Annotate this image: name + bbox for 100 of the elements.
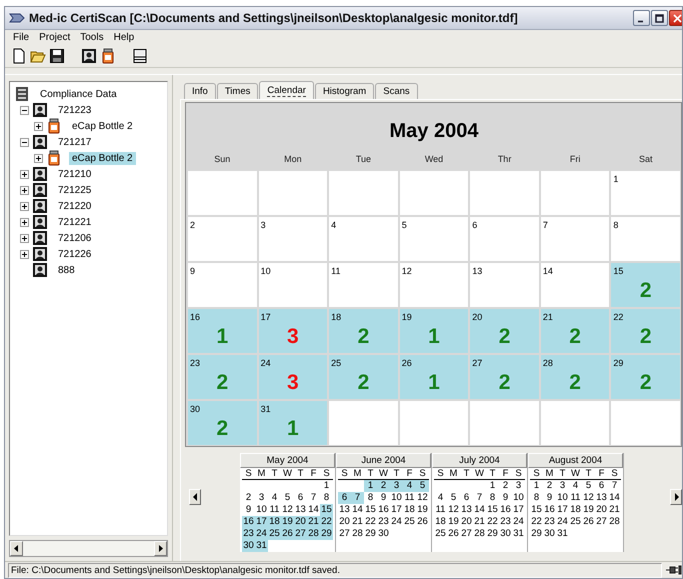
- date-cell[interactable]: 30: [543, 528, 556, 540]
- tree-item[interactable]: Compliance Data: [37, 88, 120, 100]
- expand-icon[interactable]: [20, 186, 29, 194]
- day-cell[interactable]: 19 1: [400, 309, 468, 353]
- date-cell[interactable]: 14: [351, 504, 364, 516]
- date-cell[interactable]: 14: [307, 504, 320, 516]
- date-cell[interactable]: 10: [390, 492, 403, 504]
- date-cell[interactable]: 4: [268, 492, 281, 504]
- date-cell[interactable]: 8: [530, 492, 543, 504]
- date-cell[interactable]: 18: [569, 504, 582, 516]
- expand-icon[interactable]: [20, 218, 29, 226]
- day-cell[interactable]: 31 1: [258, 401, 328, 445]
- date-cell[interactable]: 29: [486, 528, 499, 540]
- date-cell[interactable]: 29: [530, 528, 543, 540]
- date-cell[interactable]: 15: [530, 504, 543, 516]
- date-cell[interactable]: 3: [512, 480, 525, 492]
- day-cell[interactable]: 2: [188, 217, 257, 261]
- next-button[interactable]: [670, 489, 682, 505]
- date-cell[interactable]: 18: [268, 516, 281, 528]
- expand-icon[interactable]: [34, 122, 43, 130]
- date-cell[interactable]: 18: [403, 504, 416, 516]
- day-cell[interactable]: 8: [611, 217, 680, 261]
- date-cell[interactable]: 25: [403, 516, 416, 528]
- date-cell[interactable]: 1: [364, 480, 377, 492]
- day-cell[interactable]: 16 1: [188, 309, 257, 353]
- date-cell[interactable]: 11: [434, 504, 447, 516]
- date-cell[interactable]: 28: [351, 528, 364, 540]
- date-cell[interactable]: 10: [556, 492, 569, 504]
- date-cell[interactable]: 12: [447, 504, 460, 516]
- date-cell[interactable]: 16: [377, 504, 390, 516]
- date-cell[interactable]: 3: [390, 480, 403, 492]
- date-cell[interactable]: 12: [582, 492, 595, 504]
- tree-item[interactable]: eCap Bottle 2: [69, 152, 136, 164]
- day-cell[interactable]: 28 2: [540, 355, 610, 399]
- date-cell[interactable]: 19: [281, 516, 294, 528]
- day-cell[interactable]: 11: [329, 263, 398, 307]
- date-cell[interactable]: 9: [242, 504, 255, 516]
- date-cell[interactable]: 16: [543, 504, 556, 516]
- date-cell[interactable]: 10: [255, 504, 268, 516]
- date-cell[interactable]: 30: [499, 528, 512, 540]
- date-cell[interactable]: 15: [486, 504, 499, 516]
- date-cell[interactable]: 31: [512, 528, 525, 540]
- date-cell[interactable]: 22: [364, 516, 377, 528]
- date-cell[interactable]: 15: [364, 504, 377, 516]
- date-cell[interactable]: 15: [320, 504, 333, 516]
- date-cell[interactable]: 7: [473, 492, 486, 504]
- date-cell[interactable]: 6: [595, 480, 608, 492]
- date-cell[interactable]: 25: [434, 528, 447, 540]
- tree-item[interactable]: 721206: [55, 232, 94, 244]
- day-cell[interactable]: 13: [470, 263, 539, 307]
- date-cell[interactable]: 7: [307, 492, 320, 504]
- day-cell[interactable]: 15 2: [611, 263, 680, 307]
- date-cell[interactable]: 25: [569, 516, 582, 528]
- tree-item[interactable]: 888: [55, 264, 78, 276]
- tree-item[interactable]: 721210: [55, 168, 94, 180]
- expand-icon[interactable]: [20, 234, 29, 242]
- expand-icon[interactable]: [20, 250, 29, 258]
- day-cell[interactable]: 23 2: [188, 355, 257, 399]
- date-cell[interactable]: 31: [556, 528, 569, 540]
- date-cell[interactable]: 17: [255, 516, 268, 528]
- menu-item[interactable]: Tools: [76, 32, 108, 43]
- day-cell[interactable]: 3: [258, 217, 328, 261]
- date-cell[interactable]: 26: [416, 516, 429, 528]
- date-cell[interactable]: 5: [416, 480, 429, 492]
- date-cell[interactable]: 17: [556, 504, 569, 516]
- day-cell[interactable]: 9: [188, 263, 257, 307]
- date-cell[interactable]: 6: [338, 492, 351, 504]
- date-cell[interactable]: 31: [255, 540, 268, 552]
- date-cell[interactable]: 30: [377, 528, 390, 540]
- date-cell[interactable]: 18: [434, 516, 447, 528]
- date-cell[interactable]: 1: [530, 480, 543, 492]
- date-cell[interactable]: 16: [242, 516, 255, 528]
- date-cell[interactable]: 12: [281, 504, 294, 516]
- minimize-button[interactable]: [633, 10, 650, 26]
- tab[interactable]: Calendar: [259, 81, 314, 99]
- date-cell[interactable]: 4: [434, 492, 447, 504]
- menu-item[interactable]: Help: [110, 32, 138, 43]
- day-cell[interactable]: 25 2: [329, 355, 398, 399]
- date-cell[interactable]: 17: [390, 504, 403, 516]
- day-cell[interactable]: 22 2: [611, 309, 680, 353]
- date-cell[interactable]: 29: [320, 528, 333, 540]
- date-cell[interactable]: 24: [390, 516, 403, 528]
- date-cell[interactable]: 27: [460, 528, 473, 540]
- right-arrow-icon[interactable]: [158, 545, 163, 552]
- date-cell[interactable]: 24: [512, 516, 525, 528]
- date-cell[interactable]: 30: [242, 540, 255, 552]
- date-cell[interactable]: 10: [512, 492, 525, 504]
- date-cell[interactable]: 26: [447, 528, 460, 540]
- date-cell[interactable]: 1: [486, 480, 499, 492]
- date-cell[interactable]: 13: [460, 504, 473, 516]
- day-cell[interactable]: 29 2: [611, 355, 680, 399]
- date-cell[interactable]: 7: [351, 492, 364, 504]
- day-cell[interactable]: 6: [470, 217, 539, 261]
- day-cell[interactable]: 4: [329, 217, 398, 261]
- new-file-icon[interactable]: [11, 48, 27, 64]
- date-cell[interactable]: 21: [473, 516, 486, 528]
- left-arrow-icon[interactable]: [14, 545, 19, 552]
- date-cell[interactable]: 1: [320, 480, 333, 492]
- horizontal-scrollbar[interactable]: [9, 540, 168, 557]
- date-cell[interactable]: 13: [338, 504, 351, 516]
